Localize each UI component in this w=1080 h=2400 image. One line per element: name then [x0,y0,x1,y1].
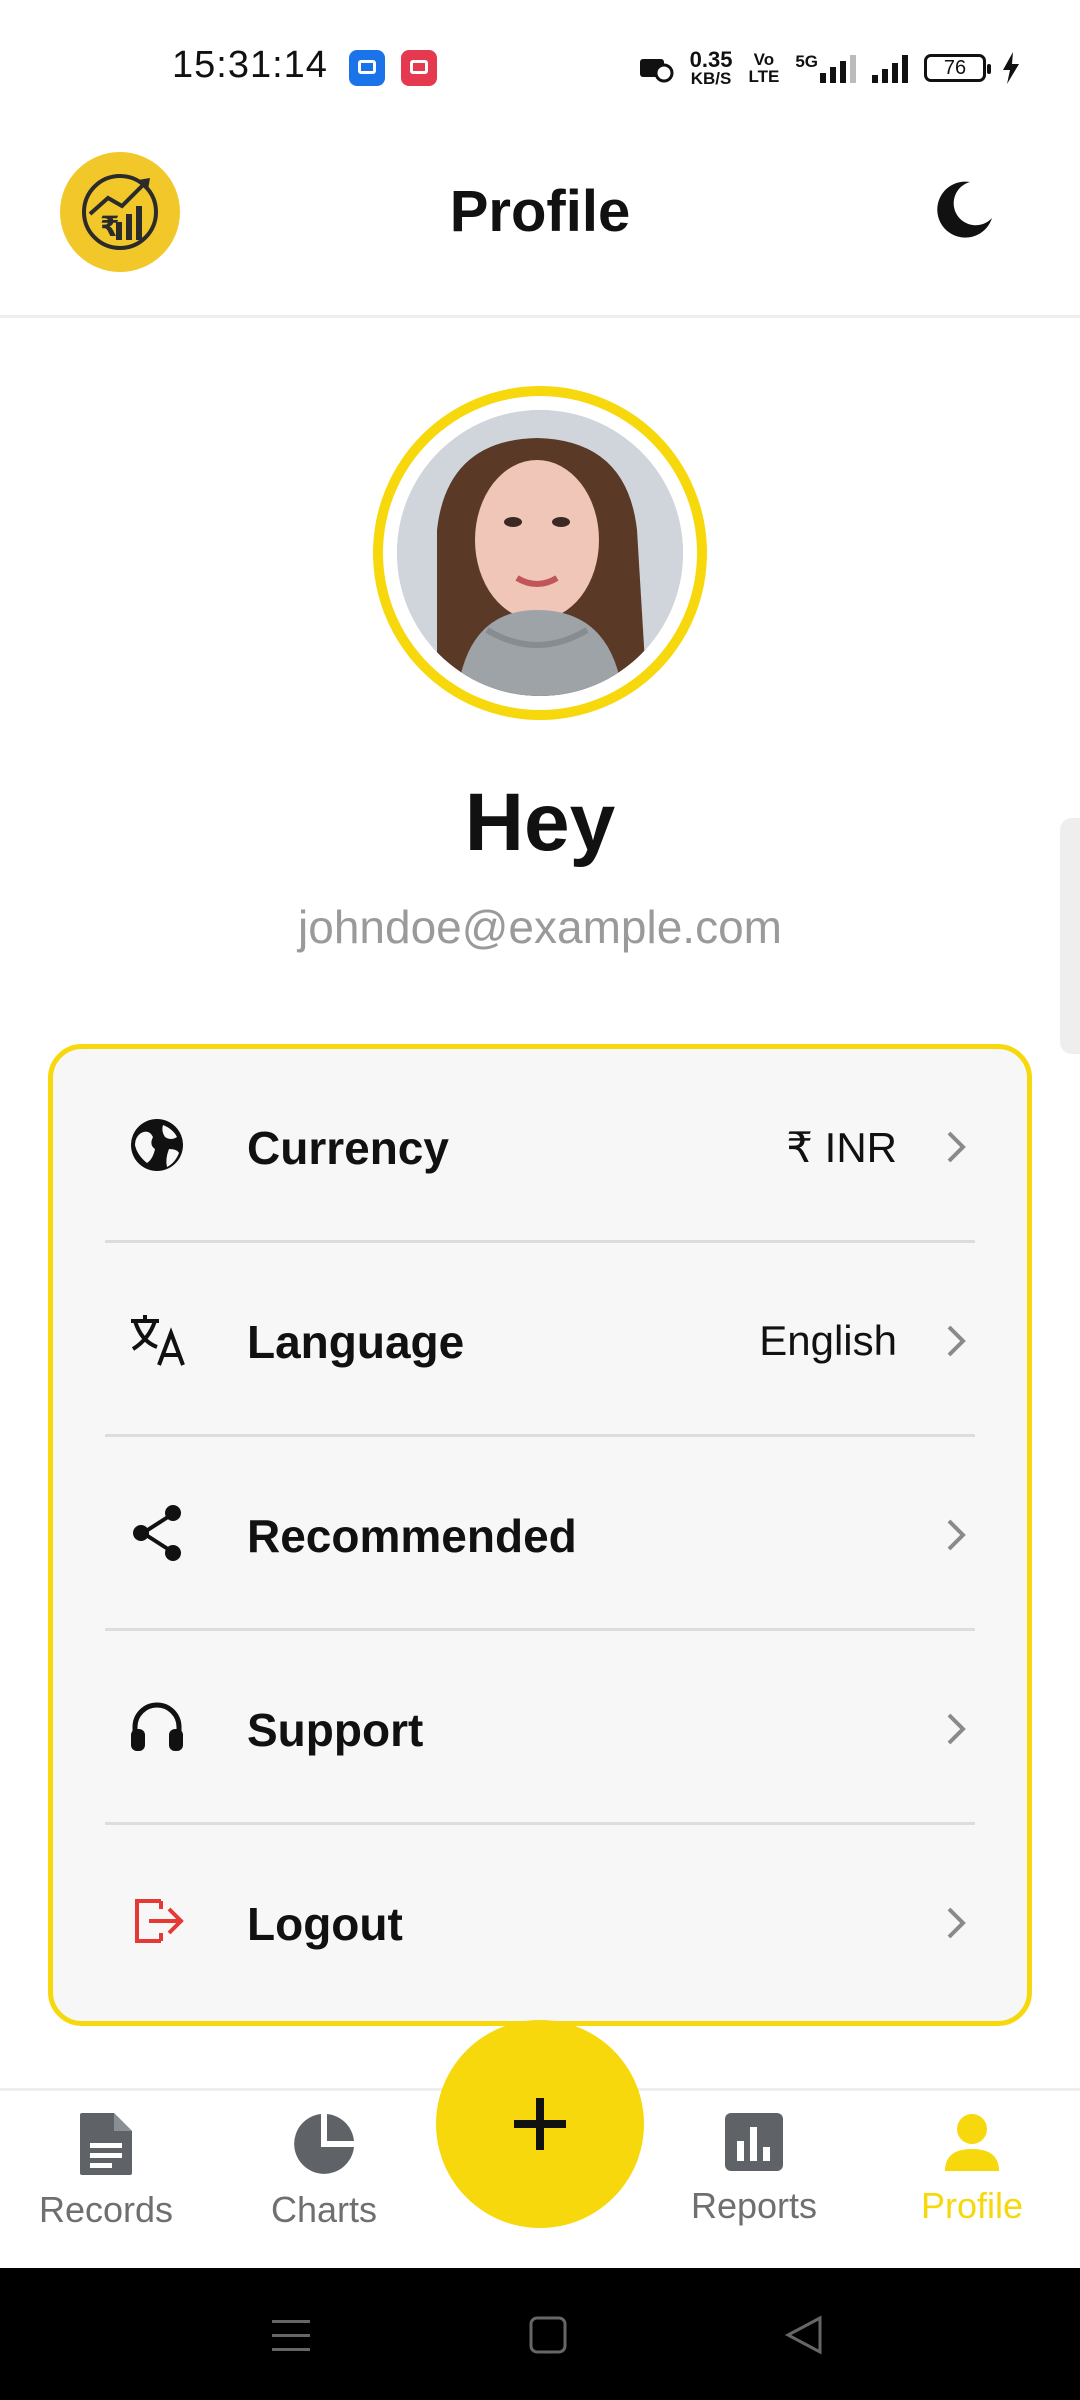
settings-item-language[interactable]: Language English [53,1243,1027,1437]
headphones-icon [131,1702,183,1751]
settings-item-recommended[interactable]: Recommended [53,1437,1027,1631]
chevron-right-icon [947,1907,966,1939]
nav-item-charts[interactable]: Charts [224,2111,424,2261]
nav-item-reports[interactable]: Reports [654,2111,854,2261]
translate-icon [131,1315,185,1366]
status-time: 15:31:14 [172,44,328,86]
app-header: ₹ Profile [0,140,1080,318]
chevron-right-icon [947,1519,966,1551]
status-bar: 15:31:14 0.35 KB/S Vo LTE 5G 76 [0,0,1080,130]
nav-label: Charts [270,2189,378,2230]
data-saver-icon [639,59,674,83]
chevron-right-icon [947,1131,966,1163]
plus-icon [514,2098,566,2150]
status-icons: 0.35 KB/S Vo LTE 5G 76 [638,46,1020,90]
page-title: Profile [449,179,631,244]
avatar-ring [373,386,707,720]
settings-item-label: Logout [247,1898,403,1950]
volte-bottom: LTE [748,67,780,86]
menu-icon[interactable] [266,2310,316,2360]
globe-icon [131,1119,183,1171]
chevron-right-icon [947,1713,966,1745]
signal-icon-sim2 [872,53,908,83]
charging-icon [1003,52,1019,84]
home-icon[interactable] [523,2310,573,2360]
battery-icon: 76 [924,54,991,82]
logout-icon [135,1899,184,1943]
add-record-button[interactable] [436,2020,644,2228]
settings-item-value: English [759,1317,897,1364]
avatar-photo [397,410,683,696]
moon-icon[interactable] [930,174,1000,244]
nav-label: Profile [920,2185,1024,2226]
net-speed-value: 0.35 [689,46,733,72]
settings-item-logout[interactable]: Logout [53,1825,1027,2019]
nav-label: Records [38,2189,174,2230]
system-nav-bar [0,2268,1080,2400]
settings-card: Currency ₹ INR Language English Recommen… [48,1044,1032,2026]
bar-chart-icon [725,2113,783,2171]
document-icon [80,2113,132,2175]
share-icon [133,1505,181,1561]
signal-icon [820,53,856,83]
nav-item-profile[interactable]: Profile [872,2111,1072,2261]
user-email: johndoe@example.com [298,901,782,953]
volte-indicator: Vo LTE [748,51,779,85]
network-5g-label: 5G [795,52,818,71]
settings-item-value: ₹ INR [786,1124,897,1171]
settings-item-label: Currency [247,1122,449,1174]
settings-item-support[interactable]: Support [53,1631,1027,1825]
person-icon [945,2114,999,2171]
volte-top: Vo [753,50,775,69]
back-icon[interactable] [780,2310,830,2360]
net-speed-unit: KB/S [690,68,732,88]
scroll-handle[interactable] [1060,818,1080,1054]
settings-item-label: Support [247,1704,424,1756]
settings-item-currency[interactable]: Currency ₹ INR [53,1049,1027,1243]
screen-record-icon [401,50,437,86]
settings-item-label: Recommended [247,1510,577,1562]
chevron-right-icon [947,1325,966,1357]
settings-item-label: Language [247,1316,465,1368]
greeting: Hey [464,777,616,868]
nav-item-records[interactable]: Records [6,2111,206,2261]
avatar[interactable] [397,410,683,696]
net-speed: 0.35 KB/S [689,46,733,88]
nav-label: Reports [690,2185,818,2226]
pie-chart-icon [294,2114,354,2174]
signal-5g: 5G [795,53,856,83]
screen: 15:31:14 0.35 KB/S Vo LTE 5G 76 ₹ Profil… [0,0,1080,2400]
blue-notification-icon [349,50,385,86]
